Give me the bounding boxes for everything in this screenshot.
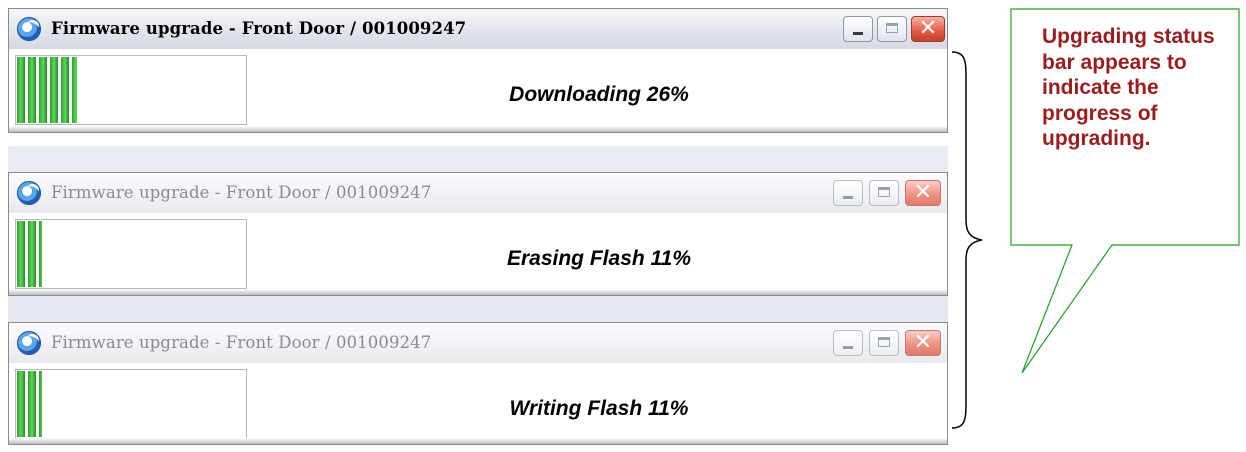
grouping-bracket — [951, 51, 983, 429]
progress-bar — [15, 369, 247, 439]
minimize-icon — [843, 196, 853, 199]
firmware-upgrade-window-writing[interactable]: Firmware upgrade - Front Door / 00100924… — [8, 322, 948, 445]
app-icon — [17, 331, 41, 355]
status-text: Downloading 26% — [509, 83, 689, 106]
window-edge — [9, 126, 947, 132]
minimize-button[interactable] — [833, 180, 863, 206]
background-strip — [8, 296, 948, 322]
title-bar[interactable]: Firmware upgrade - Front Door / 00100924… — [9, 323, 947, 363]
close-icon: ✕ — [913, 180, 933, 205]
close-button[interactable]: ✕ — [905, 330, 941, 356]
minimize-button[interactable] — [833, 330, 863, 356]
firmware-upgrade-window-erasing[interactable]: Firmware upgrade - Front Door / 00100924… — [8, 172, 948, 296]
minimize-icon — [843, 346, 853, 349]
close-button[interactable]: ✕ — [905, 180, 941, 206]
progress-bar — [15, 219, 247, 289]
maximize-button[interactable] — [869, 330, 899, 356]
background-strip — [8, 146, 948, 172]
progress-fill — [17, 371, 43, 437]
minimize-icon — [853, 32, 863, 35]
window-edge — [9, 289, 947, 295]
title-bar[interactable]: Firmware upgrade - Front Door / 00100924… — [9, 173, 947, 213]
close-icon: ✕ — [913, 330, 933, 355]
progress-bar — [15, 55, 247, 125]
status-text: Writing Flash 11% — [509, 397, 689, 420]
maximize-icon — [878, 337, 890, 347]
maximize-icon — [878, 187, 890, 197]
app-icon — [17, 17, 41, 41]
window-title: Firmware upgrade - Front Door / 00100924… — [51, 183, 432, 202]
close-icon: ✕ — [918, 16, 938, 41]
close-button[interactable]: ✕ — [911, 16, 945, 42]
minimize-button[interactable] — [843, 16, 873, 42]
maximize-button[interactable] — [869, 180, 899, 206]
window-title: Firmware upgrade - Front Door / 00100924… — [51, 19, 467, 38]
title-bar[interactable]: Firmware upgrade - Front Door / 00100924… — [9, 9, 947, 49]
firmware-upgrade-window-downloading[interactable]: Firmware upgrade - Front Door / 00100924… — [8, 8, 948, 133]
maximize-button[interactable] — [877, 16, 907, 42]
progress-fill — [17, 57, 77, 123]
maximize-icon — [886, 23, 898, 33]
status-text: Erasing Flash 11% — [506, 247, 692, 270]
progress-fill — [17, 221, 43, 287]
app-icon — [17, 181, 41, 205]
window-title: Firmware upgrade - Front Door / 00100924… — [51, 333, 432, 352]
callout-text: Upgrading status bar appears to indicate… — [1042, 25, 1215, 150]
window-edge — [9, 438, 947, 444]
